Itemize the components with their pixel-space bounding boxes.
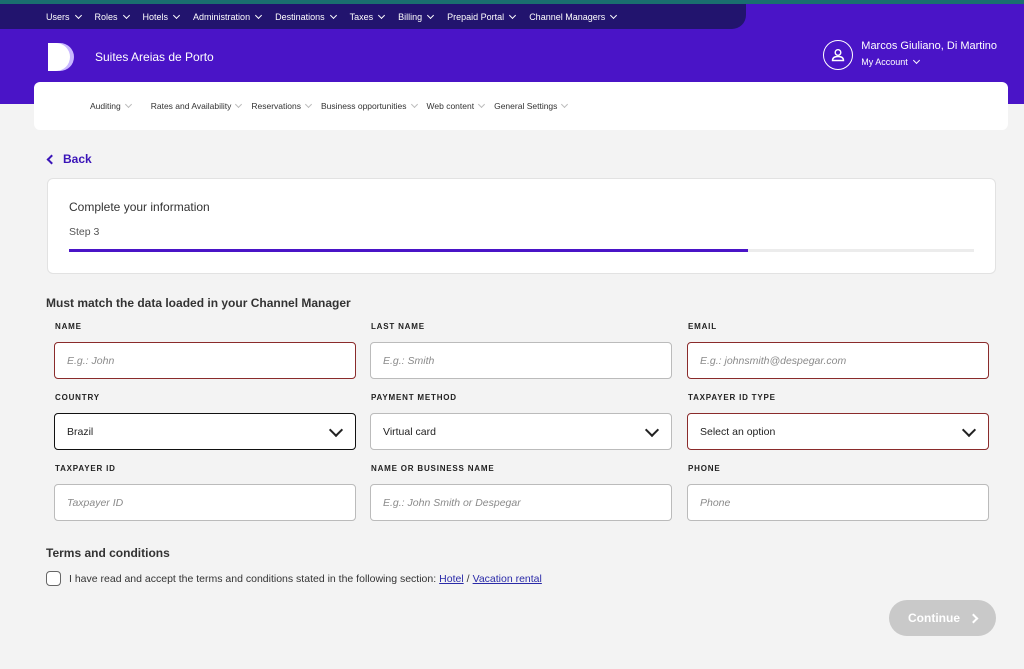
- chevron-right-icon: [968, 613, 979, 623]
- chevron-down-icon: [561, 100, 569, 109]
- last-name-field-group: LAST NAME: [370, 322, 672, 379]
- sub-nav-item-web-content[interactable]: Web content: [427, 100, 486, 111]
- taxpayer-id-type-field-group: TAXPAYER ID TYPE Select an option: [687, 393, 989, 450]
- sub-nav-item-auditing[interactable]: Auditing: [90, 100, 132, 111]
- phone-label: PHONE: [688, 464, 721, 473]
- chevron-down-icon: [173, 11, 181, 19]
- chevron-down-icon: [410, 100, 418, 109]
- progress-bar: [69, 249, 974, 252]
- taxpayer-id-label: TAXPAYER ID: [55, 464, 116, 473]
- hotel-terms-link[interactable]: Hotel: [439, 573, 464, 585]
- phone-field-box: [687, 484, 989, 521]
- chevron-down-icon: [378, 11, 386, 19]
- email-label: EMAIL: [688, 322, 717, 331]
- top-nav-item-taxes[interactable]: Taxes: [350, 11, 386, 22]
- top-nav-item-prepaid-portal[interactable]: Prepaid Portal: [447, 11, 517, 22]
- sub-nav-item-general-settings[interactable]: General Settings: [494, 100, 569, 111]
- taxpayer-id-field-group: TAXPAYER ID: [54, 464, 356, 521]
- form-section-title: Must match the data loaded in your Chann…: [46, 296, 351, 310]
- taxpayer-id-type-value: Select an option: [700, 425, 776, 438]
- chevron-down-icon: [304, 100, 313, 109]
- phone-input[interactable]: [700, 496, 976, 509]
- country-label: COUNTRY: [55, 393, 100, 402]
- email-field-group: EMAIL: [687, 322, 989, 379]
- chevron-down-icon: [124, 100, 132, 109]
- business-name-input[interactable]: [383, 496, 659, 509]
- chevron-down-icon: [235, 100, 243, 109]
- top-nav-item-channel-managers[interactable]: Channel Managers: [529, 11, 618, 22]
- name-label: NAME: [55, 322, 82, 331]
- business-name-field-group: NAME OR BUSINESS NAME: [370, 464, 672, 521]
- country-value: Brazil: [67, 425, 94, 438]
- terms-row: I have read and accept the terms and con…: [46, 571, 542, 586]
- taxpayer-id-field-box: [54, 484, 356, 521]
- sub-nav-item-reservations[interactable]: Reservations: [251, 100, 313, 111]
- sub-nav-item-business-opportunities[interactable]: Business opportunities: [321, 100, 418, 111]
- chevron-down-icon: [255, 11, 263, 19]
- vacation-rental-terms-link[interactable]: Vacation rental: [473, 573, 542, 585]
- payment-method-field-group: PAYMENT METHOD Virtual card: [370, 393, 672, 450]
- progress-fill: [69, 249, 748, 252]
- last-name-input[interactable]: [383, 354, 659, 367]
- chevron-down-icon: [644, 422, 660, 438]
- user-icon: [823, 40, 854, 70]
- continue-button[interactable]: Continue: [889, 600, 996, 636]
- terms-title: Terms and conditions: [46, 546, 170, 560]
- taxpayer-id-input[interactable]: [67, 496, 343, 509]
- taxpayer-id-type-label: TAXPAYER ID TYPE: [688, 393, 776, 402]
- payment-method-label: PAYMENT METHOD: [371, 393, 457, 402]
- chevron-left-icon: [46, 154, 57, 164]
- terms-text: I have read and accept the terms and con…: [69, 572, 437, 585]
- hotel-name: Suites Areias de Porto: [95, 50, 214, 64]
- payment-method-value: Virtual card: [383, 425, 436, 438]
- name-input[interactable]: [67, 354, 343, 367]
- chevron-down-icon: [329, 11, 337, 19]
- chevron-down-icon: [610, 11, 618, 19]
- country-field-group: COUNTRY Brazil: [54, 393, 356, 450]
- top-nav-item-administration[interactable]: Administration: [193, 11, 263, 22]
- top-nav-item-roles[interactable]: Roles: [95, 11, 130, 22]
- phone-field-group: PHONE: [687, 464, 989, 521]
- country-select[interactable]: Brazil: [54, 413, 356, 450]
- name-field-box: [54, 342, 356, 379]
- my-account-link[interactable]: My Account: [861, 56, 997, 67]
- sub-nav-item-rates[interactable]: Rates and Availability: [151, 100, 243, 111]
- chevron-down-icon: [122, 11, 130, 19]
- chevron-down-icon: [74, 11, 82, 19]
- name-field-group: NAME: [54, 322, 356, 379]
- back-button[interactable]: Back: [46, 152, 92, 166]
- top-nav-item-billing[interactable]: Billing: [398, 11, 435, 22]
- business-name-label: NAME OR BUSINESS NAME: [371, 464, 495, 473]
- payment-method-select[interactable]: Virtual card: [370, 413, 672, 450]
- top-nav-item-destinations[interactable]: Destinations: [275, 11, 337, 22]
- account-menu[interactable]: Marcos Giuliano, Di Martino My Account: [823, 40, 997, 70]
- chevron-down-icon: [328, 422, 344, 438]
- chevron-down-icon: [509, 11, 517, 19]
- step-card: Complete your information Step 3: [47, 178, 996, 274]
- brand-logo[interactable]: [46, 42, 76, 72]
- step-indicator: Step 3: [69, 226, 100, 238]
- chevron-down-icon: [427, 11, 435, 19]
- email-input[interactable]: [700, 354, 976, 367]
- top-nav: Users Roles Hotels Administration Destin…: [0, 4, 746, 29]
- last-name-field-box: [370, 342, 672, 379]
- terms-checkbox[interactable]: [46, 571, 61, 586]
- chevron-down-icon: [478, 100, 486, 109]
- last-name-label: LAST NAME: [371, 322, 425, 331]
- terms-separator: /: [466, 572, 470, 585]
- step-title: Complete your information: [69, 200, 210, 214]
- top-nav-item-users[interactable]: Users: [46, 11, 82, 22]
- chevron-down-icon: [912, 56, 920, 65]
- top-nav-item-hotels[interactable]: Hotels: [143, 11, 181, 22]
- chevron-down-icon: [961, 422, 977, 438]
- email-field-box: [687, 342, 989, 379]
- sub-nav: Auditing Rates and Availability Reservat…: [34, 82, 1008, 130]
- account-name: Marcos Giuliano, Di Martino: [861, 40, 997, 52]
- taxpayer-id-type-select[interactable]: Select an option: [687, 413, 989, 450]
- business-name-field-box: [370, 484, 672, 521]
